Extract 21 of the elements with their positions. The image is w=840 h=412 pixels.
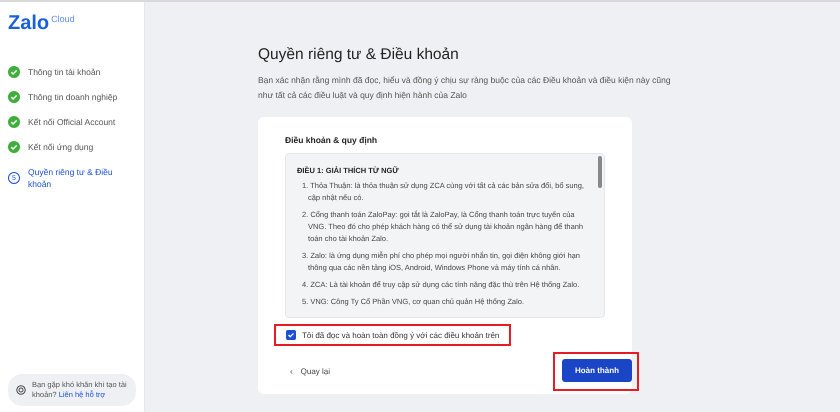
logo: Zalo bbox=[8, 12, 50, 35]
page-title: Quyền riêng tư & Điều khoản bbox=[258, 46, 460, 64]
finish-button[interactable]: Hoàn thành bbox=[562, 359, 632, 382]
checkbox[interactable] bbox=[286, 330, 296, 340]
lifebuoy-icon bbox=[16, 385, 26, 395]
card-heading: Điều khoản & quy định bbox=[285, 135, 378, 145]
scrollbar[interactable] bbox=[598, 156, 602, 188]
agree-checkbox[interactable]: Tôi đã đọc và hoàn toàn đồng ý với các điều khoản trên bbox=[274, 324, 512, 346]
check-icon bbox=[8, 66, 20, 78]
check-icon bbox=[8, 116, 20, 128]
check-icon bbox=[8, 141, 20, 153]
back-button[interactable]: ‹ Quay lại bbox=[285, 367, 330, 376]
check-icon bbox=[8, 91, 20, 103]
step-label: Kết nối Official Account bbox=[28, 116, 116, 128]
step-label: Thông tin doanh nghiệp bbox=[28, 91, 118, 103]
agree-label: Tôi đã đọc và hoàn toàn đồng ý với các điều khoản trên bbox=[302, 330, 500, 340]
step-label: Thông tin tài khoản bbox=[28, 66, 100, 78]
intro-text: Bạn xác nhận rằng mình đã đọc, hiểu và đồng ý chịu sự ràng buộc của các Điều khoản và điều kiện này cũng như tất cả các điều luật và quy định hiện hành của Zalo bbox=[258, 74, 672, 102]
logo-subtitle: Cloud bbox=[51, 14, 75, 24]
step-label: Kết nối ứng dụng bbox=[28, 141, 94, 153]
step-label: Quyền riêng tư & Điều khoản bbox=[28, 166, 114, 190]
